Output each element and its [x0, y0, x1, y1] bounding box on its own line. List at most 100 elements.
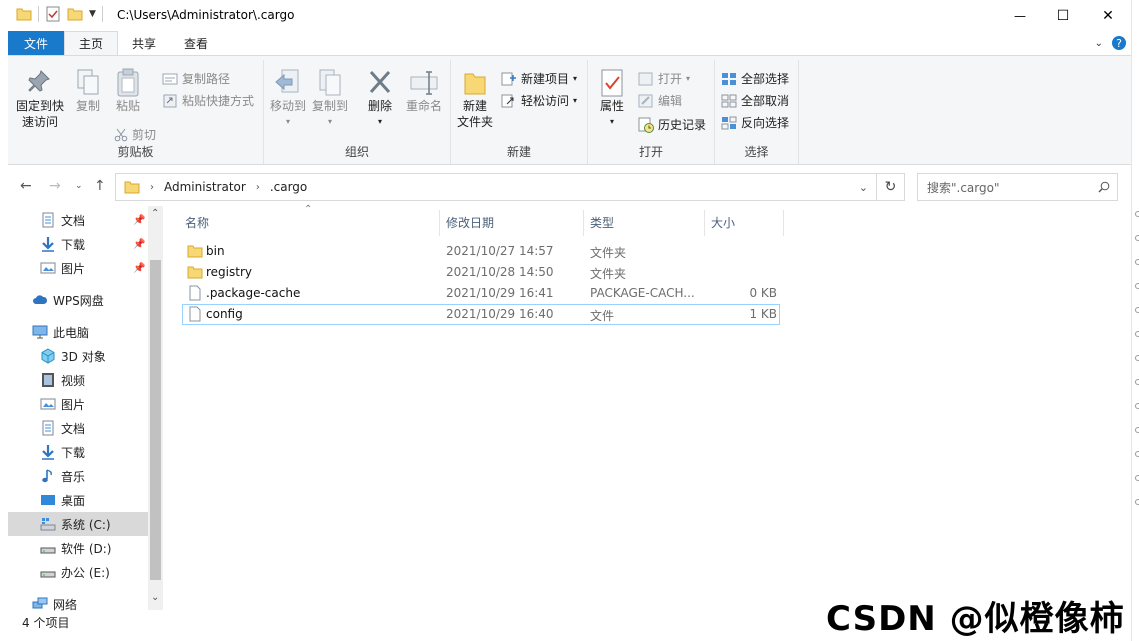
desktop-icon [41, 495, 55, 505]
paste-shortcut-label: 粘贴快捷方式 [182, 94, 255, 108]
item-count: 4 个项目 [22, 616, 70, 630]
nav-pane-scrollbar[interactable]: ⌃ ⌄ [148, 206, 163, 610]
scrollbar-thumb[interactable] [150, 260, 161, 580]
column-header-name[interactable]: 名称 [179, 210, 439, 234]
radio-icon [1135, 451, 1139, 457]
nav-item-label: 音乐 [61, 469, 86, 484]
new-folder-label-line1: 新建 [462, 99, 487, 113]
breadcrumb-chevron-icon[interactable]: › [256, 182, 260, 193]
picture-icon [40, 262, 56, 274]
nav-item-pictures-quick[interactable]: 图片 📌 [8, 256, 148, 280]
copy-to-label: 复制到 [311, 99, 348, 113]
nav-item-videos[interactable]: 视频 [8, 368, 148, 392]
delete-dropdown-icon: ▾ [377, 117, 382, 126]
nav-item-drive-c[interactable]: 系统 (C:) [8, 512, 148, 536]
forward-arrow-icon[interactable]: → [49, 178, 61, 194]
maximize-button[interactable]: ☐ [1040, 0, 1086, 31]
refresh-button[interactable]: ↻ [877, 173, 905, 201]
address-bar[interactable]: › Administrator › .cargo ⌄ [115, 173, 877, 201]
tab-file[interactable]: 文件 [8, 31, 64, 55]
column-header-modified[interactable]: 修改日期 [440, 210, 583, 234]
pin-icon[interactable]: 📌 [133, 239, 145, 250]
address-dropdown-icon[interactable]: ⌄ [859, 181, 868, 194]
delete-button[interactable]: 删除 ▾ [364, 68, 396, 130]
file-icon [189, 306, 201, 322]
open-button[interactable]: 打开 ▾ [638, 70, 690, 87]
properties-button[interactable]: 属性 ▾ [596, 68, 628, 130]
file-row[interactable]: registry 2021/10/28 14:50 文件夹 [182, 262, 780, 283]
column-header-size[interactable]: 大小 [705, 210, 783, 234]
breadcrumb-segment[interactable]: Administrator [164, 180, 246, 194]
back-arrow-icon[interactable]: ← [20, 178, 32, 194]
copy-button[interactable]: 复制 [70, 68, 106, 114]
qat-separator [38, 6, 39, 22]
scroll-down-icon[interactable]: ⌄ [151, 592, 159, 603]
recent-dropdown-icon[interactable]: ⌄ [75, 181, 83, 191]
cut-button[interactable]: 剪切 [114, 126, 156, 143]
nav-item-drive-e[interactable]: 办公 (E:) [8, 560, 148, 584]
nav-item-documents[interactable]: 文档 [8, 416, 148, 440]
nav-item-music[interactable]: 音乐 [8, 464, 148, 488]
column-header-type[interactable]: 类型 [584, 210, 704, 234]
new-folder-icon [464, 73, 486, 95]
ribbon-tabs: 文件 主页 共享 查看 ⌄ ? [8, 31, 1131, 55]
nav-item-wps-cloud[interactable]: WPS网盘 [8, 288, 148, 312]
paste-button[interactable]: 粘贴 [110, 68, 146, 114]
history-button[interactable]: 历史记录 [638, 116, 706, 133]
pin-icon[interactable]: 📌 [133, 263, 145, 274]
properties-qat-icon[interactable] [45, 6, 61, 22]
tab-share[interactable]: 共享 [118, 31, 170, 55]
pin-icon[interactable]: 📌 [133, 215, 145, 226]
3d-objects-icon [41, 348, 55, 364]
nav-item-this-pc[interactable]: 此电脑 [8, 320, 148, 344]
new-folder-button[interactable]: 新建 文件夹 [455, 68, 495, 130]
nav-item-pictures[interactable]: 图片 [8, 392, 148, 416]
radio-icon [1135, 331, 1139, 337]
qat-dropdown-icon[interactable]: ▼ [89, 9, 96, 19]
nav-item-3d-objects[interactable]: 3D 对象 [8, 344, 148, 368]
navigation-pane: 文档 📌 下载 📌 图片 📌 WPS网盘 此电脑 3D 对象 视频 图片 文档 … [8, 206, 163, 612]
nav-item-drive-d[interactable]: 软件 (D:) [8, 536, 148, 560]
invert-selection-icon [721, 116, 737, 129]
select-none-button[interactable]: 全部取消 [721, 92, 789, 109]
rename-button[interactable]: 重命名 [402, 68, 446, 114]
file-row[interactable]: .package-cache 2021/10/29 16:41 PACKAGE-… [182, 283, 780, 304]
nav-item-downloads[interactable]: 下载 [8, 440, 148, 464]
file-row-selected[interactable]: config 2021/10/29 16:40 文件 1 KB [182, 304, 780, 325]
help-icon[interactable]: ? [1111, 35, 1127, 51]
delete-icon [369, 70, 391, 94]
breadcrumb-chevron-icon[interactable]: › [150, 182, 154, 193]
nav-item-documents-quick[interactable]: 文档 📌 [8, 208, 148, 232]
move-to-button[interactable]: 移动到 ▾ [268, 68, 308, 130]
edit-button[interactable]: 编辑 [638, 92, 682, 109]
search-input[interactable]: 搜索".cargo" [927, 179, 1000, 196]
nav-item-label: 3D 对象 [61, 349, 106, 364]
column-separator[interactable] [783, 210, 784, 236]
select-all-button[interactable]: 全部选择 [721, 70, 789, 87]
pin-quick-access-button[interactable]: 固定到快 速访问 [12, 68, 68, 130]
paste-shortcut-button[interactable]: 粘贴快捷方式 [162, 92, 254, 109]
nav-item-desktop[interactable]: 桌面 [8, 488, 148, 512]
ribbon-expand-icon[interactable]: ⌄ [1095, 38, 1103, 49]
scroll-up-icon[interactable]: ⌃ [151, 208, 159, 219]
new-group-label: 新建 [506, 145, 531, 159]
new-item-button[interactable]: 新建项目 ▾ [501, 70, 577, 87]
invert-selection-button[interactable]: 反向选择 [721, 114, 789, 131]
file-name: .package-cache [206, 286, 301, 300]
file-size: 1 KB [749, 307, 777, 321]
up-arrow-icon[interactable]: ↑ [94, 178, 106, 194]
tab-view[interactable]: 查看 [170, 31, 222, 55]
rename-icon [410, 71, 438, 95]
file-row[interactable]: bin 2021/10/27 14:57 文件夹 [182, 241, 780, 262]
breadcrumb-segment[interactable]: .cargo [270, 180, 307, 194]
copy-to-button[interactable]: 复制到 ▾ [310, 68, 350, 130]
easy-access-button[interactable]: 轻松访问 ▾ [501, 92, 577, 109]
minimize-button[interactable]: — [997, 0, 1043, 31]
copy-path-button[interactable]: 复制路径 [162, 70, 230, 87]
select-none-icon [721, 94, 737, 107]
tab-home[interactable]: 主页 [64, 31, 119, 55]
nav-item-downloads-quick[interactable]: 下载 📌 [8, 232, 148, 256]
new-folder-qat-icon[interactable] [67, 6, 83, 22]
search-box[interactable]: 搜索".cargo" [917, 173, 1118, 201]
close-button[interactable]: ✕ [1085, 0, 1131, 31]
